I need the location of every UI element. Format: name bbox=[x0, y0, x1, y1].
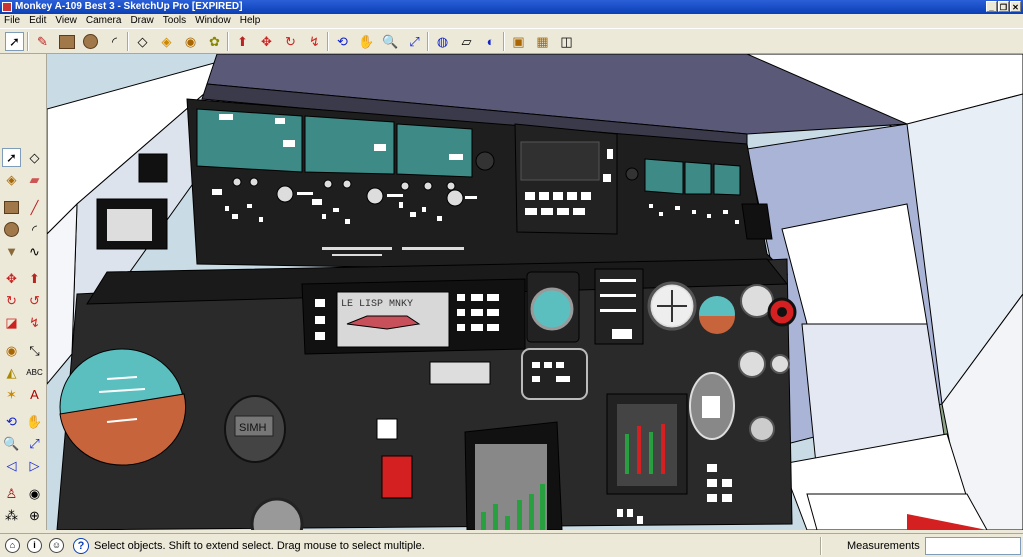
circle-icon[interactable] bbox=[81, 32, 100, 51]
zoom-icon[interactable]: 🔍 bbox=[2, 434, 21, 453]
geo-location-icon[interactable]: ⌂ bbox=[5, 538, 20, 553]
status-message: Select objects. Shift to extend select. … bbox=[94, 540, 425, 552]
menu-tools[interactable]: Tools bbox=[163, 14, 186, 28]
measurements-input[interactable] bbox=[925, 537, 1021, 555]
walk-icon[interactable]: ⁂ bbox=[2, 506, 21, 525]
paint-bucket-icon[interactable]: ◈ bbox=[157, 32, 176, 51]
display-text: LE LISP MNKY bbox=[341, 299, 413, 310]
menu-file[interactable]: File bbox=[4, 14, 20, 28]
offset-icon[interactable]: ↯ bbox=[25, 313, 44, 332]
menu-camera[interactable]: Camera bbox=[86, 14, 122, 28]
toolbar-separator bbox=[27, 32, 29, 51]
look-around-icon[interactable]: ◉ bbox=[25, 484, 44, 503]
menu-draw[interactable]: Draw bbox=[130, 14, 153, 28]
tape-measure-icon[interactable]: ◉ bbox=[181, 32, 200, 51]
restore-button[interactable]: ❐ bbox=[998, 1, 1009, 12]
tape-measure-icon[interactable]: ◉ bbox=[2, 341, 21, 360]
components-icon[interactable]: ▣ bbox=[509, 32, 528, 51]
paint-bucket-icon[interactable]: ◈ bbox=[2, 170, 21, 189]
arc-icon[interactable]: ◜ bbox=[105, 32, 124, 51]
styles-icon[interactable]: ▦ bbox=[533, 32, 552, 51]
zoom-icon[interactable]: 🔍 bbox=[381, 32, 400, 51]
axes-icon[interactable]: ✶ bbox=[2, 385, 21, 404]
toolbar-separator bbox=[503, 32, 505, 51]
text-icon[interactable]: ABC bbox=[25, 363, 44, 382]
help-icon[interactable]: ? bbox=[73, 538, 89, 554]
gauge-text: SIMH bbox=[239, 422, 267, 434]
status-bar: ⌂ i ☺ ? Select objects. Shift to extend … bbox=[0, 533, 1023, 557]
protractor-icon[interactable]: ◭ bbox=[2, 363, 21, 382]
3d-warehouse-icon[interactable]: ◐ bbox=[481, 32, 500, 51]
toolbar-separator bbox=[427, 32, 429, 51]
zoom-extents-icon[interactable]: ⤢ bbox=[405, 32, 424, 51]
select-icon[interactable]: ➚ bbox=[2, 148, 21, 167]
window-title: Monkey A-109 Best 3 - SketchUp Pro [EXPI… bbox=[15, 1, 243, 12]
share-model-icon[interactable]: ▱ bbox=[457, 32, 476, 51]
rectangle-icon[interactable] bbox=[2, 198, 21, 217]
main-toolbar: ➚ ✎ ◜ ◇ ◈ ◉ ✿ ⬆ ✥ ↻ ↯ ⟲ ✋ 🔍 ⤢ ◍ ▱ ◐ ▣ ▦ … bbox=[0, 28, 1023, 54]
line-icon[interactable]: ╱ bbox=[25, 198, 44, 217]
menu-help[interactable]: Help bbox=[240, 14, 261, 28]
move-icon[interactable]: ✥ bbox=[257, 32, 276, 51]
get-models-icon[interactable]: ◍ bbox=[433, 32, 452, 51]
pan-icon[interactable]: ✋ bbox=[357, 32, 376, 51]
select-arrow-icon[interactable]: ➚ bbox=[5, 32, 24, 51]
toolbar-separator bbox=[327, 32, 329, 51]
toolbar-separator bbox=[127, 32, 129, 51]
position-camera-icon[interactable]: ♙ bbox=[2, 484, 21, 503]
zoom-window-icon[interactable]: ⤢ bbox=[25, 434, 44, 453]
next-view-icon[interactable]: ▷ bbox=[25, 456, 44, 475]
push-pull-icon[interactable]: ⬆ bbox=[25, 269, 44, 288]
orbit-icon[interactable]: ⟲ bbox=[333, 32, 352, 51]
eraser-icon[interactable]: ◇ bbox=[133, 32, 152, 51]
circle-icon[interactable] bbox=[2, 220, 21, 239]
3d-viewport[interactable]: LE LISP MNKY SIMH bbox=[47, 54, 1023, 530]
scale-icon[interactable]: ◪ bbox=[2, 313, 21, 332]
section-plane-icon[interactable]: ⊕ bbox=[25, 506, 44, 525]
polygon-icon[interactable]: ▼ bbox=[2, 242, 21, 261]
menu-edit[interactable]: Edit bbox=[29, 14, 46, 28]
move-icon[interactable]: ✥ bbox=[2, 269, 21, 288]
credits-icon[interactable]: i bbox=[27, 538, 42, 553]
orbit-icon[interactable]: ⟲ bbox=[2, 412, 21, 431]
rotate-icon[interactable]: ↻ bbox=[2, 291, 21, 310]
close-button[interactable]: ✕ bbox=[1010, 1, 1021, 12]
rotate-icon[interactable]: ↻ bbox=[281, 32, 300, 51]
measurements-label: Measurements bbox=[847, 540, 920, 552]
pencil-icon[interactable]: ✎ bbox=[33, 32, 52, 51]
arc-icon[interactable]: ◜ bbox=[25, 220, 44, 239]
pan-icon[interactable]: ✋ bbox=[25, 412, 44, 431]
previous-view-icon[interactable]: ◁ bbox=[2, 456, 21, 475]
left-toolbar: ➚ ◇ ◈ ▰ ╱ ◜ ▼ ∿ ✥ ⬆ ↻ ↺ ◪ ↯ ◉ ⤡ ◭ ABC ✶ … bbox=[0, 54, 47, 530]
make-component-icon[interactable]: ◇ bbox=[25, 148, 44, 167]
title-bar: Monkey A-109 Best 3 - SketchUp Pro [EXPI… bbox=[0, 0, 1023, 14]
sketchup-logo-icon bbox=[2, 2, 12, 12]
add-location-icon[interactable]: ◫ bbox=[557, 32, 576, 51]
menu-view[interactable]: View bbox=[55, 14, 77, 28]
cockpit-model: LE LISP MNKY SIMH bbox=[47, 54, 1023, 530]
rectangle-icon[interactable] bbox=[57, 32, 76, 51]
menu-bar: File Edit View Camera Draw Tools Window … bbox=[0, 14, 1023, 28]
menu-window[interactable]: Window bbox=[195, 14, 231, 28]
user-icon[interactable]: ☺ bbox=[49, 538, 64, 553]
dimension-icon[interactable]: ⤡ bbox=[25, 341, 44, 360]
freehand-icon[interactable]: ∿ bbox=[25, 242, 44, 261]
follow-me-icon[interactable]: ↺ bbox=[25, 291, 44, 310]
toolbar-separator bbox=[227, 32, 229, 51]
minimize-button[interactable]: _ bbox=[986, 1, 997, 12]
paint-icon[interactable]: ✿ bbox=[205, 32, 224, 51]
follow-me-icon[interactable]: ↯ bbox=[305, 32, 324, 51]
status-divider bbox=[820, 537, 822, 555]
push-pull-icon[interactable]: ⬆ bbox=[233, 32, 252, 51]
eraser-icon[interactable]: ▰ bbox=[25, 170, 44, 189]
3d-text-icon[interactable]: A bbox=[25, 385, 44, 404]
